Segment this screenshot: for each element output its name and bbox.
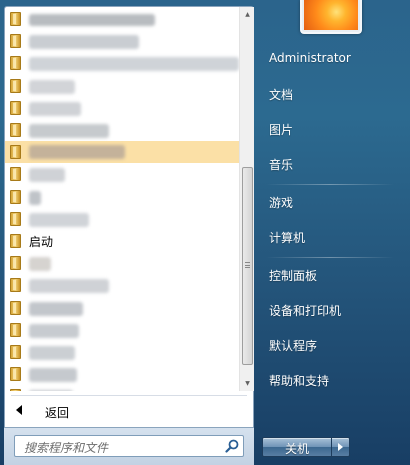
redacted-label	[29, 279, 109, 294]
folder-icon	[10, 211, 21, 226]
pictures-item[interactable]: 图片	[262, 116, 402, 144]
games-item[interactable]: 游戏	[262, 189, 402, 217]
avatar	[304, 0, 358, 30]
redacted-label	[29, 190, 41, 205]
program-folder-item[interactable]	[5, 297, 239, 319]
user-picture-frame[interactable]	[300, 0, 362, 34]
shutdown-label: 关机	[284, 442, 309, 456]
back-button[interactable]: 返回	[5, 401, 253, 423]
shutdown-button[interactable]: 关机	[262, 437, 332, 457]
redacted-label	[29, 257, 51, 272]
folder-icon	[10, 34, 21, 49]
shutdown-options-button[interactable]	[332, 437, 350, 457]
help-support-item[interactable]: 帮助和支持	[262, 367, 402, 395]
games-label: 游戏	[269, 196, 294, 210]
programs-scrollbar[interactable]: ▲ ▼	[239, 7, 254, 391]
program-folder-item[interactable]	[5, 274, 239, 296]
computer-item[interactable]: 计算机	[262, 224, 402, 252]
redacted-label	[29, 323, 79, 338]
search-placeholder: 搜索程序和文件	[24, 441, 109, 455]
folder-icon	[10, 145, 21, 160]
program-folder-item[interactable]	[5, 341, 239, 363]
program-folder-item[interactable]	[5, 385, 239, 391]
redacted-label	[29, 168, 65, 183]
control-panel-item[interactable]: 控制面板	[262, 262, 402, 290]
right-separator	[266, 184, 394, 185]
redacted-label	[29, 101, 81, 116]
folder-icon	[10, 56, 21, 71]
program-folder-item[interactable]	[5, 52, 239, 74]
redacted-label	[29, 14, 155, 26]
folder-icon	[10, 100, 21, 115]
folder-icon	[10, 256, 21, 271]
program-folder-item[interactable]	[5, 319, 239, 341]
help-support-label: 帮助和支持	[269, 374, 330, 388]
folder-icon	[10, 167, 21, 182]
redacted-label	[29, 145, 125, 160]
scrollbar-thumb[interactable]	[242, 167, 253, 365]
scrollbar-grip-icon	[245, 262, 250, 268]
folder-icon	[10, 345, 21, 359]
devices-printers-item[interactable]: 设备和打印机	[262, 297, 402, 325]
program-folder-item[interactable]	[5, 252, 239, 274]
back-arrow-icon	[16, 405, 22, 415]
program-folder-item[interactable]	[5, 186, 239, 208]
scroll-up-button[interactable]: ▲	[240, 7, 255, 22]
program-folder-item[interactable]	[5, 97, 239, 119]
program-folder-item[interactable]	[5, 141, 239, 164]
redacted-label	[29, 368, 77, 383]
user-name-item[interactable]: Administrator	[262, 46, 402, 74]
computer-label: 计算机	[269, 231, 306, 245]
folder-icon	[10, 234, 21, 248]
redacted-label	[29, 35, 139, 50]
redacted-label	[29, 212, 89, 227]
program-folder-item[interactable]	[5, 8, 239, 30]
folder-icon	[10, 278, 21, 293]
documents-label: 文档	[269, 88, 294, 102]
music-item[interactable]: 音乐	[262, 151, 402, 179]
right-separator	[266, 257, 394, 258]
redacted-label	[29, 390, 73, 391]
folder-icon	[10, 189, 21, 204]
search-icon[interactable]	[225, 439, 239, 453]
redacted-label	[29, 301, 83, 316]
program-folder-label: 启动	[29, 235, 54, 249]
program-folder-item[interactable]	[5, 208, 239, 230]
scroll-down-button[interactable]: ▼	[240, 376, 255, 391]
folder-icon	[10, 367, 21, 382]
search-input[interactable]: 搜索程序和文件	[14, 435, 244, 457]
folder-icon	[10, 300, 21, 315]
search-area: 搜索程序和文件	[4, 428, 254, 465]
devices-printers-label: 设备和打印机	[269, 304, 342, 318]
default-programs-label: 默认程序	[269, 339, 318, 353]
folder-icon	[10, 389, 21, 391]
program-folder-item[interactable]: 启动	[5, 230, 239, 252]
folder-icon	[10, 12, 21, 26]
user-name: Administrator	[269, 51, 351, 65]
program-folder-item[interactable]	[5, 30, 239, 52]
start-menu: 启动 ▲ ▼ 返回 搜索程序和文件 Administrator 文档 图片 音乐…	[0, 0, 410, 465]
control-panel-label: 控制面板	[269, 269, 318, 283]
folder-icon	[10, 78, 21, 93]
back-separator	[11, 395, 247, 396]
back-label: 返回	[45, 406, 70, 420]
music-label: 音乐	[269, 158, 294, 172]
chevron-right-icon	[338, 443, 343, 451]
shutdown-group: 关机	[262, 437, 354, 457]
redacted-label	[29, 124, 109, 138]
program-folder-item[interactable]	[5, 75, 239, 97]
program-folder-item[interactable]	[5, 163, 239, 185]
program-folder-item[interactable]	[5, 363, 239, 385]
redacted-label	[29, 57, 239, 72]
programs-list: 启动	[5, 7, 239, 391]
default-programs-item[interactable]: 默认程序	[262, 332, 402, 360]
redacted-label	[29, 79, 75, 94]
documents-item[interactable]: 文档	[262, 81, 402, 109]
redacted-label	[29, 346, 75, 360]
folder-icon	[10, 322, 21, 337]
all-programs-panel: 启动 ▲ ▼ 返回	[4, 6, 254, 428]
pictures-label: 图片	[269, 123, 294, 137]
program-folder-item[interactable]	[5, 119, 239, 141]
folder-icon	[10, 123, 21, 137]
